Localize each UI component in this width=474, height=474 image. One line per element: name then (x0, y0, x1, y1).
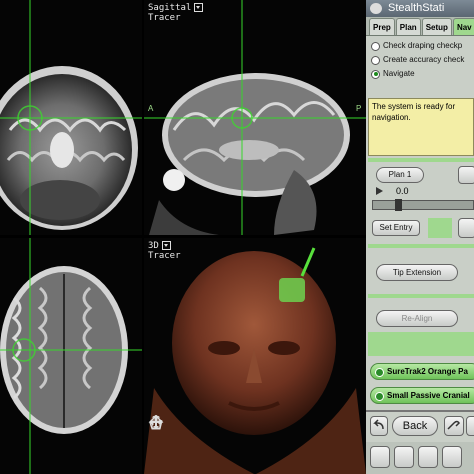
depth-slider-row: 0.0 (372, 186, 474, 212)
instrument-status-bar (368, 332, 474, 356)
orientation-marker-anterior: A (148, 104, 154, 113)
sagittal-viewport[interactable]: Sagittal Tracer A P (144, 0, 366, 235)
tab-nav[interactable]: Nav (452, 18, 474, 35)
navigation-control-panel: StealthStati Prep Plan Setup Nav Check d… (366, 0, 474, 474)
viewport-menu-icon[interactable] (161, 241, 171, 250)
undo-arrow-icon (373, 419, 384, 430)
back-button[interactable]: Back (392, 416, 438, 436)
depth-value: 0.0 (396, 186, 409, 196)
tab-setup[interactable]: Setup (421, 18, 452, 35)
step-list: Check draping checkp Create accuracy che… (366, 36, 474, 81)
workflow-tabs: Prep Plan Setup Nav (366, 17, 474, 36)
sagittal-title: Sagittal (148, 3, 192, 13)
axial-viewport[interactable] (0, 238, 142, 474)
instrument-small-passive-cranial[interactable]: Small Passive Cranial (370, 387, 474, 404)
app-title: StealthStati (388, 2, 445, 14)
viewport-menu-icon[interactable] (194, 3, 204, 12)
entry-indicator (428, 218, 452, 238)
instrument-suretrak[interactable]: SureTrak2 Orange Pa (370, 363, 474, 380)
3d-label: 3D Tracer (148, 241, 181, 261)
undo-button[interactable] (370, 416, 388, 436)
divider-bar (368, 244, 474, 248)
tab-plan[interactable]: Plan (395, 18, 421, 35)
step-check-draping[interactable]: Check draping checkp (371, 39, 474, 53)
help-button[interactable] (444, 416, 464, 436)
3d-title: 3D (148, 241, 159, 251)
step-label: Navigate (383, 69, 415, 78)
toolbar-button[interactable] (442, 446, 462, 468)
entry-options-button[interactable] (458, 218, 474, 238)
tool-icon (447, 420, 460, 430)
radio-button[interactable] (371, 55, 380, 65)
toolbar-button[interactable] (418, 446, 438, 468)
step-label: Check draping checkp (383, 41, 463, 50)
3d-render-image (144, 247, 366, 474)
sagittal-mode: Tracer (148, 13, 181, 23)
more-options-button[interactable] (466, 416, 474, 436)
set-entry-button[interactable]: Set Entry (372, 220, 420, 236)
realign-button[interactable]: Re-Align (376, 310, 458, 327)
step-label: Create accuracy check (383, 55, 465, 64)
bottom-toolbar (366, 442, 474, 474)
divider-bar (368, 294, 474, 298)
plan-options-button[interactable] (458, 166, 474, 184)
status-message: The system is ready for navigation. (368, 98, 474, 156)
home-icon[interactable] (148, 414, 164, 430)
divider-bar (368, 158, 474, 162)
tip-extension-button[interactable]: Tip Extension (376, 264, 458, 281)
3d-mode: Tracer (148, 251, 181, 261)
image-viewer: Sagittal Tracer A P 3D Tracer (0, 0, 366, 474)
sagittal-label: Sagittal Tracer (148, 3, 204, 23)
slider-thumb[interactable] (395, 199, 402, 211)
depth-slider[interactable] (372, 199, 474, 211)
coronal-viewport[interactable] (0, 0, 142, 235)
coronal-image (0, 0, 142, 235)
play-icon[interactable] (374, 186, 384, 196)
app-title-bar: StealthStati (366, 0, 474, 17)
step-navigate[interactable]: Navigate (371, 67, 474, 81)
bottom-divider (366, 410, 474, 412)
tab-prep[interactable]: Prep (369, 18, 395, 35)
toolbar-button[interactable] (370, 446, 390, 468)
sagittal-image (144, 0, 366, 235)
step-create-accuracy[interactable]: Create accuracy check (371, 53, 474, 67)
toolbar-button[interactable] (394, 446, 414, 468)
radio-button[interactable] (371, 41, 380, 51)
orientation-marker-posterior: P (356, 104, 362, 113)
3d-viewport[interactable]: 3D Tracer (144, 238, 366, 474)
medtronic-logo-icon (370, 3, 382, 14)
plan-1-button[interactable]: Plan 1 (376, 167, 424, 183)
radio-button-selected[interactable] (371, 69, 380, 79)
axial-image (0, 238, 142, 474)
